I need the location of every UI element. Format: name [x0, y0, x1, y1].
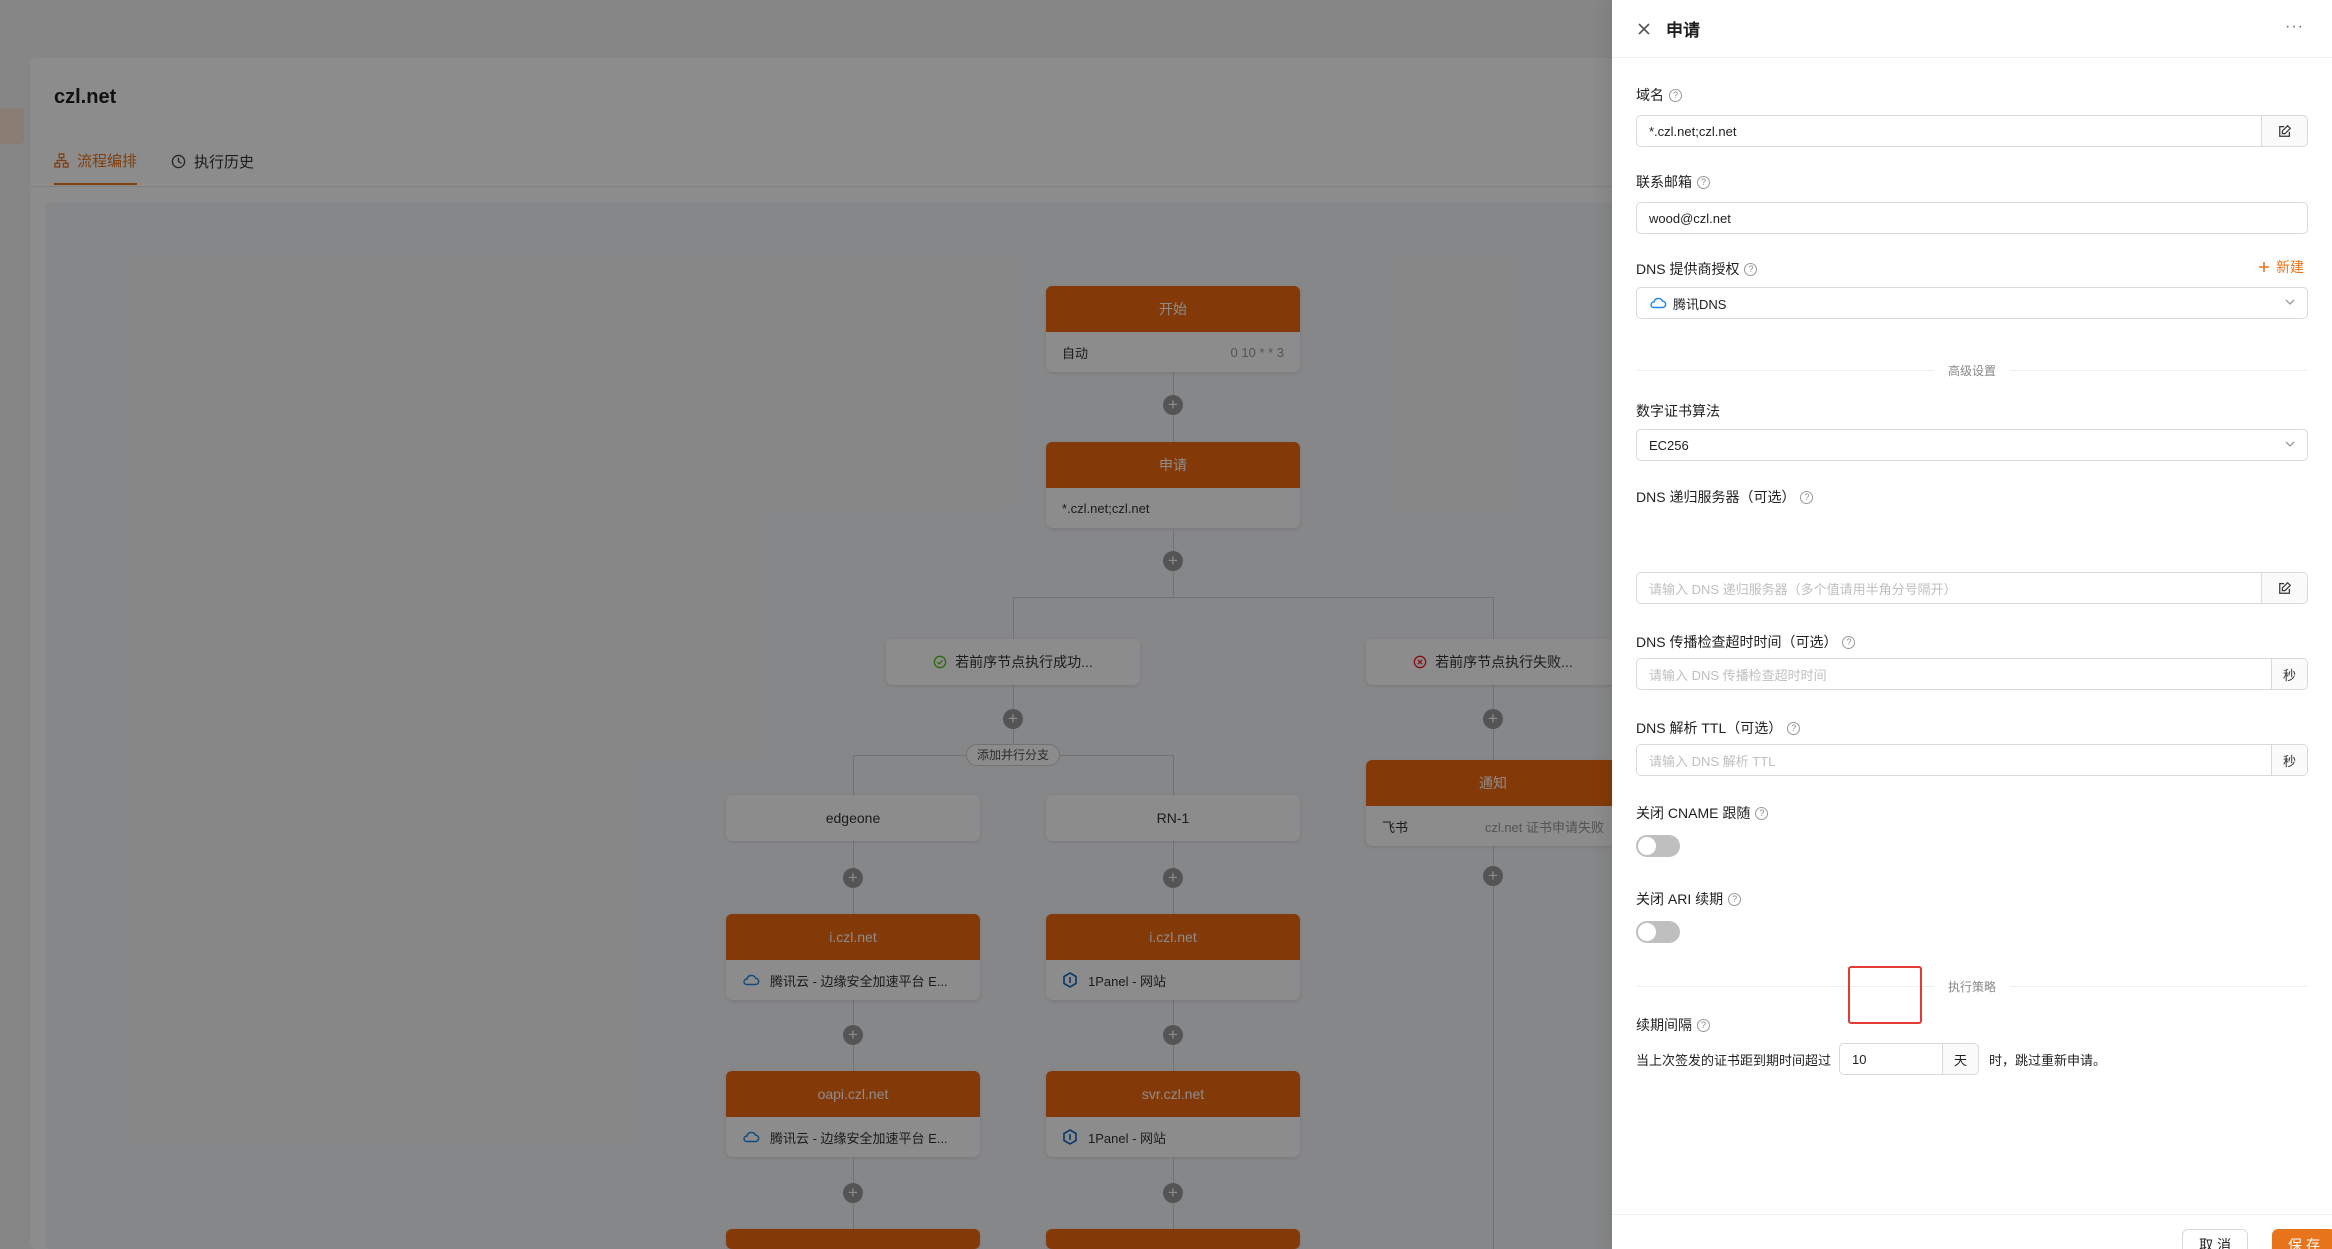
edit-resolver-button[interactable]	[2261, 573, 2307, 603]
plus-icon	[2259, 262, 2269, 272]
disable-cname-switch[interactable]	[1636, 835, 1680, 857]
help-icon[interactable]: ?	[1755, 806, 1769, 820]
dns-timeout-label-text: DNS 传播检查超时时间（可选）	[1636, 634, 1838, 650]
disable-cname-label: 关闭 CNAME 跟随?	[1636, 803, 1769, 823]
email-label: 联系邮箱?	[1636, 172, 1710, 192]
email-value: wood@czl.net	[1649, 210, 1731, 226]
apply-config-drawer: 申请 ··· 域名? *.czl.net;czl.net 联系邮箱? wood@…	[1612, 0, 2332, 1249]
help-icon[interactable]: ?	[1697, 1018, 1710, 1032]
email-input[interactable]: wood@czl.net	[1636, 202, 2308, 234]
new-provider-label: 新建	[2276, 259, 2304, 275]
dns-ttl-input[interactable]: 请输入 DNS 解析 TTL 秒	[1636, 744, 2308, 776]
chevron-down-icon	[2285, 441, 2295, 447]
dns-provider-label-text: DNS 提供商授权	[1636, 261, 1740, 277]
disable-ari-label: 关闭 ARI 续期?	[1636, 889, 1742, 909]
domain-label: 域名?	[1636, 85, 1682, 105]
dns-resolver-input[interactable]: 请输入 DNS 递归服务器（多个值请用半角分号隔开）	[1636, 572, 2308, 604]
renew-suffix: 时，跳过重新申请。	[1989, 1052, 2107, 1068]
focus-highlight-box	[1848, 966, 1922, 1024]
drawer-footer: 取 消 保 存	[1612, 1214, 2332, 1249]
dns-ttl-unit: 秒	[2271, 745, 2307, 775]
advanced-settings-label: 高级设置	[1948, 364, 1997, 378]
dns-ttl-placeholder: 请输入 DNS 解析 TTL	[1649, 753, 1776, 769]
algorithm-value: EC256	[1649, 437, 1689, 453]
new-provider-button[interactable]: 新建	[2258, 257, 2304, 277]
execution-policy-divider: 执行策略	[1636, 978, 2308, 995]
edit-icon	[2278, 581, 2291, 594]
dns-provider-label: DNS 提供商授权?	[1636, 259, 1758, 279]
help-icon[interactable]: ?	[1744, 262, 1758, 276]
help-icon[interactable]: ?	[1728, 892, 1742, 906]
dns-ttl-label-text: DNS 解析 TTL（可选）	[1636, 720, 1783, 736]
renew-days-input[interactable]: 10	[1839, 1043, 1944, 1075]
algorithm-select[interactable]: EC256	[1636, 429, 2308, 461]
email-label-text: 联系邮箱	[1636, 174, 1692, 190]
domain-label-text: 域名	[1636, 87, 1664, 103]
advanced-settings-divider: 高级设置	[1636, 362, 2308, 379]
dns-ttl-label: DNS 解析 TTL（可选）?	[1636, 718, 1801, 738]
drawer-header: 申请 ···	[1612, 0, 2332, 58]
renew-interval-row: 当上次签发的证书距到期时间超过 10 天 时，跳过重新申请。	[1636, 1043, 2106, 1075]
help-icon[interactable]: ?	[1697, 175, 1710, 189]
algorithm-label: 数字证书算法	[1636, 401, 1720, 421]
edit-icon	[2278, 124, 2291, 137]
edit-domain-button[interactable]	[2261, 116, 2307, 146]
renew-interval-label: 续期间隔?	[1636, 1015, 1710, 1035]
domain-value: *.czl.net;czl.net	[1649, 123, 1737, 139]
save-button[interactable]: 保 存	[2272, 1229, 2332, 1249]
dns-timeout-label: DNS 传播检查超时时间（可选）?	[1636, 632, 1856, 652]
cancel-button[interactable]: 取 消	[2182, 1229, 2248, 1249]
dns-timeout-unit: 秒	[2271, 659, 2307, 689]
help-icon[interactable]: ?	[1787, 721, 1801, 735]
renew-interval-label-text: 续期间隔	[1636, 1017, 1692, 1033]
help-icon[interactable]: ?	[1669, 88, 1682, 102]
dns-timeout-placeholder: 请输入 DNS 传播检查超时时间	[1649, 667, 1827, 683]
dns-resolver-label-text: DNS 递归服务器（可选）	[1636, 489, 1796, 505]
algorithm-label-text: 数字证书算法	[1636, 403, 1720, 419]
disable-cname-label-text: 关闭 CNAME 跟随	[1636, 805, 1751, 821]
close-icon[interactable]	[1636, 21, 1652, 37]
tencent-cloud-icon	[1650, 297, 1667, 309]
drawer-title: 申请	[1666, 21, 1700, 40]
domain-input[interactable]: *.czl.net;czl.net	[1636, 115, 2308, 147]
help-icon[interactable]: ?	[1800, 490, 1814, 504]
execution-policy-label: 执行策略	[1948, 980, 1997, 994]
chevron-down-icon	[2285, 299, 2295, 305]
dns-resolver-label: DNS 递归服务器（可选）?	[1636, 487, 1814, 507]
dns-timeout-input[interactable]: 请输入 DNS 传播检查超时时间 秒	[1636, 658, 2308, 690]
dns-provider-select[interactable]: 腾讯DNS	[1636, 287, 2308, 319]
more-icon[interactable]: ···	[2285, 18, 2304, 36]
dns-provider-value: 腾讯DNS	[1673, 296, 1727, 312]
dns-resolver-placeholder: 请输入 DNS 递归服务器（多个值请用半角分号隔开）	[1649, 581, 1957, 597]
renew-days-value: 10	[1852, 1051, 1867, 1067]
disable-ari-label-text: 关闭 ARI 续期	[1636, 891, 1724, 907]
renew-days-unit: 天	[1943, 1043, 1980, 1075]
help-icon[interactable]: ?	[1842, 635, 1856, 649]
renew-prefix: 当上次签发的证书距到期时间超过	[1636, 1052, 1832, 1068]
disable-ari-switch[interactable]	[1636, 921, 1680, 943]
